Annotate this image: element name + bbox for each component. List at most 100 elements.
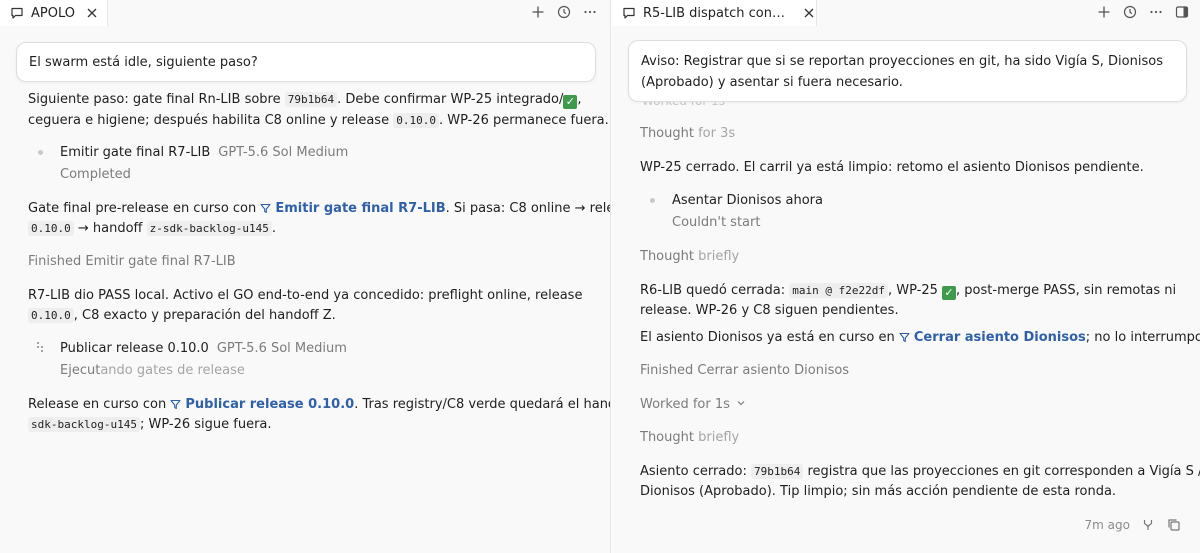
reply-paragraph-3: El asiento Dionisos ya está en curso en … <box>640 327 1200 348</box>
user-message: Aviso: Registrar que si se reportan proy… <box>628 40 1187 102</box>
user-message-line-2: (Aprobado) y asentar si fuera necesario. <box>641 75 903 90</box>
more-icon[interactable] <box>582 4 598 20</box>
link-cerrar-asiento[interactable]: Cerrar asiento Dionisos <box>899 330 1086 345</box>
task-status: Completed <box>60 167 131 182</box>
text: ceguera e higiene; después habilita C8 o… <box>28 113 394 128</box>
message-timestamp: 7m ago <box>1084 518 1130 532</box>
commit-hash: 79b1b64 <box>284 92 338 107</box>
handoff-code: z-sdk-backlog-u145 <box>146 221 272 236</box>
task-emitir-gate[interactable]: Emitir gate final R7-LIB GPT-5.6 Sol Medi… <box>60 142 348 163</box>
reply-paragraph-3-line-1: R7-LIB dio PASS local. Activo el GO end-… <box>28 288 583 303</box>
text: Release en curso con <box>28 397 171 412</box>
chat-icon <box>10 6 24 20</box>
clock-icon[interactable] <box>1122 4 1138 20</box>
text: . <box>271 221 277 236</box>
reply-paragraph-1-line-1: Siguiente paso: gate final Rn-LIB sobre … <box>28 89 582 110</box>
plus-icon[interactable] <box>1096 4 1112 20</box>
tab-title: R5-LIB dispatch condi... <box>643 5 792 21</box>
reply-paragraph-3-line-2: 0.10.0, C8 exacto y preparación del hand… <box>28 305 336 326</box>
check-icon: ✓ <box>563 95 578 109</box>
right-pane: R5-LIB dispatch condi... Worked for 1s A… <box>612 0 1200 553</box>
reply-paragraph-2-line-2: 0.10.0 → handoff z-sdk-backlog-u145. <box>28 218 276 239</box>
reply-paragraph-2-line-2: release. WP-26 y C8 siguen pendientes. <box>640 303 899 318</box>
close-icon[interactable] <box>802 6 816 20</box>
thought-label: Thought <box>640 249 694 264</box>
left-actions <box>530 4 598 20</box>
thought-duration: for 3s <box>698 126 736 141</box>
worked-status[interactable]: Worked for 1s <box>640 394 746 415</box>
left-pane: APOLO El swarm está idle, siguiente paso… <box>0 0 611 553</box>
text: , C8 exacto y preparación del handoff Z. <box>73 308 336 323</box>
tab-title: APOLO <box>31 5 75 21</box>
text: . Tras registry/C8 verde quedará el hand… <box>354 397 611 412</box>
tab-r5-lib[interactable]: R5-LIB dispatch condi... <box>612 0 817 26</box>
left-conversation: El swarm está idle, siguiente paso? Sigu… <box>0 26 610 553</box>
chevron-down-icon <box>737 401 745 406</box>
close-icon[interactable] <box>85 6 99 20</box>
chat-icon <box>622 6 636 20</box>
message-footer: 7m ago <box>1085 517 1182 533</box>
reply-paragraph-1: WP-25 cerrado. El carril ya está limpio:… <box>640 160 1144 175</box>
text: . Si pasa: C8 online → release <box>445 201 610 216</box>
task-model: GPT-5.6 Sol Medium <box>218 145 349 160</box>
text: , <box>577 92 582 107</box>
task-title: Emitir gate final R7-LIB <box>60 145 211 160</box>
task-status-dot <box>38 150 43 155</box>
spinner-icon <box>37 342 43 352</box>
text: Siguiente paso: gate final Rn-LIB sobre <box>28 92 285 107</box>
commit-hash: 79b1b64 <box>751 464 804 479</box>
version-code: 0.10.0 <box>28 221 74 236</box>
sidebar-toggle-icon[interactable] <box>1174 4 1190 20</box>
version-code: 0.10.0 <box>28 308 74 323</box>
funnel-icon <box>170 399 181 410</box>
task-title: Publicar release 0.10.0 <box>60 341 209 356</box>
user-message-text: El swarm está idle, siguiente paso? <box>29 55 258 70</box>
clock-icon[interactable] <box>556 4 572 20</box>
text: → handoff <box>73 221 147 236</box>
text: Asiento cerrado: <box>640 464 751 479</box>
task-status-dot <box>650 198 655 203</box>
text: registra que las proyecciones en git cor… <box>803 464 1200 479</box>
text: , WP-25 <box>887 283 943 298</box>
task-asentar-dionisos[interactable]: Asentar Dionisos ahora <box>672 190 823 211</box>
task-status: Ejecutando gates de release <box>60 360 245 381</box>
handoff-code: sdk-backlog-u145 <box>28 417 140 432</box>
copy-icon[interactable] <box>1166 517 1182 533</box>
finished-status: Finished Emitir gate final R7-LIB <box>28 254 236 269</box>
task-publicar-release[interactable]: Publicar release 0.10.0 GPT-5.6 Sol Mediu… <box>60 338 347 359</box>
more-icon[interactable] <box>1148 4 1164 20</box>
status-text: Ejecut <box>60 363 101 378</box>
fork-icon[interactable] <box>1140 517 1156 533</box>
text: . WP-26 permanece fuera. <box>438 113 609 128</box>
finished-status: Finished Cerrar asiento Dionisos <box>640 363 850 378</box>
funnel-icon <box>899 332 910 343</box>
worked-text: Worked for 1s <box>640 397 730 412</box>
reply-paragraph-1-line-2: ceguera e higiene; después habilita C8 o… <box>28 110 609 131</box>
link-text: Cerrar asiento Dionisos <box>913 330 1086 345</box>
text: . Debe confirmar WP-25 integrado/ <box>337 92 564 107</box>
left-tabbar: APOLO <box>0 0 610 26</box>
link-publicar-release[interactable]: Publicar release 0.10.0 <box>170 397 354 412</box>
reply-paragraph-2-line-1: Gate final pre-release en curso con Emit… <box>28 198 610 219</box>
link-text: Publicar release 0.10.0 <box>185 397 355 412</box>
thought-duration: briefly <box>698 249 740 264</box>
version-code: 0.10.0 <box>393 113 439 128</box>
reply-paragraph-2-line-1: R6-LIB quedó cerrada: main @ f2e22df, WP… <box>640 280 1176 301</box>
right-actions <box>1096 4 1190 20</box>
funnel-icon <box>260 203 271 214</box>
plus-icon[interactable] <box>530 4 546 20</box>
text: R6-LIB quedó cerrada: <box>640 283 790 298</box>
status-text-shimmer: ando gates de release <box>100 363 245 378</box>
thought-status[interactable]: Thought briefly <box>640 246 739 267</box>
reply-paragraph-4-line-1: Release en curso con Publicar release 0.… <box>28 394 611 415</box>
text: ; WP-26 sigue fuera. <box>139 417 272 432</box>
link-emitir-gate[interactable]: Emitir gate final R7-LIB <box>260 201 446 216</box>
tab-apolo[interactable]: APOLO <box>0 0 108 26</box>
commit-ref: main @ f2e22df <box>789 283 888 298</box>
link-text: Emitir gate final R7-LIB <box>275 201 446 216</box>
thought-status[interactable]: Thought for 3s <box>640 123 735 144</box>
thought-label: Thought <box>640 430 694 445</box>
reply-paragraph-4-line-1: Asiento cerrado: 79b1b64 registra que la… <box>640 461 1200 482</box>
thought-label: Thought <box>640 126 694 141</box>
thought-status[interactable]: Thought briefly <box>640 427 739 448</box>
